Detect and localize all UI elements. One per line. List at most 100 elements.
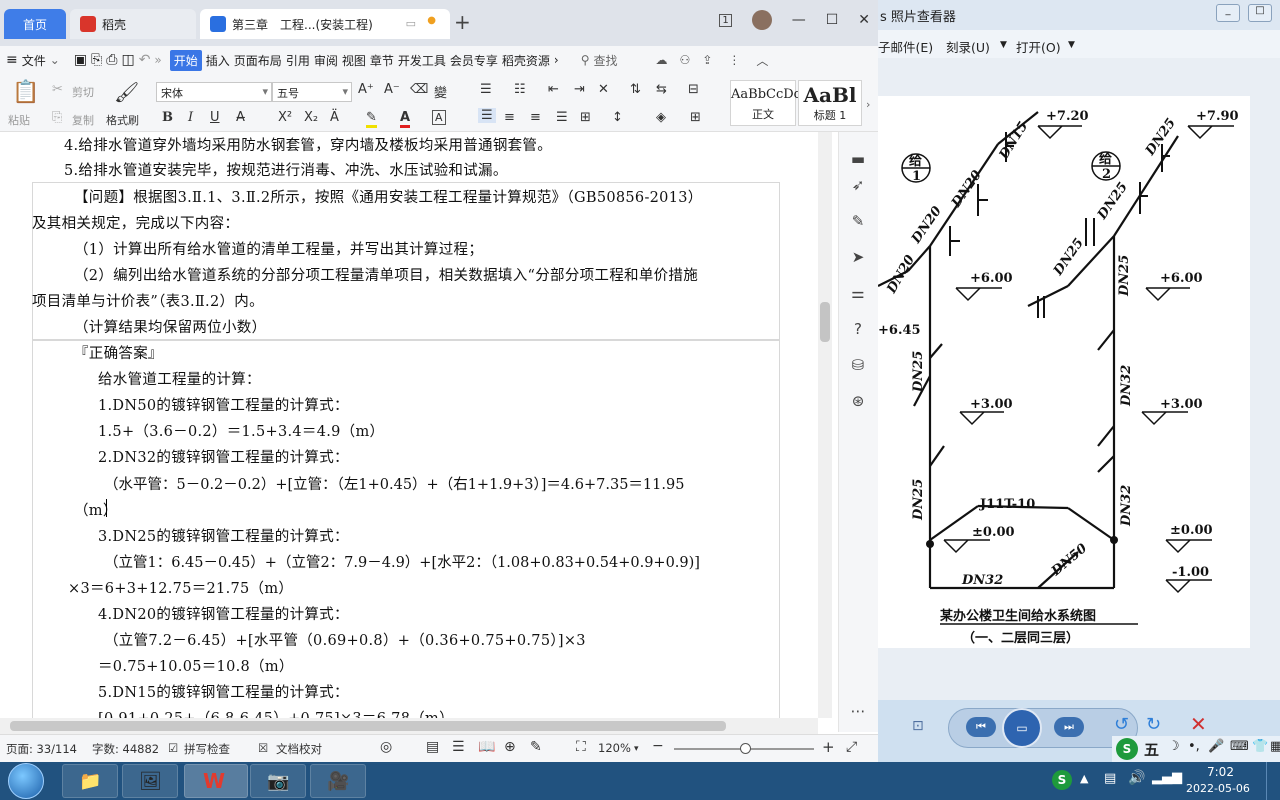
line-spacing-icon[interactable]: ↕ bbox=[612, 110, 623, 125]
open-dropdown-icon[interactable]: ▼ bbox=[1068, 40, 1075, 50]
tab-daoke[interactable]: 稻壳 bbox=[70, 9, 196, 39]
cut-icon[interactable]: ✂ bbox=[52, 82, 63, 97]
web-view-icon[interactable]: ⊕ bbox=[504, 739, 516, 755]
sogou-ime-icon[interactable]: S bbox=[1116, 738, 1138, 760]
menu-item-layout[interactable]: 页面布局 bbox=[234, 52, 282, 69]
search-icon[interactable]: ⚲ bbox=[581, 53, 590, 67]
show-desktop-button[interactable] bbox=[1266, 762, 1280, 800]
tray-sogou-icon[interactable]: S bbox=[1052, 770, 1072, 790]
highlight-icon[interactable]: ✎ bbox=[366, 110, 377, 128]
cut-label[interactable]: 剪切 bbox=[72, 84, 94, 100]
word-count[interactable]: 字数: 44882 bbox=[92, 741, 159, 757]
hamburger-icon[interactable]: ≡ bbox=[6, 52, 18, 68]
rocket-icon[interactable]: ➶ bbox=[847, 176, 869, 198]
viewer-menu-burn[interactable]: 刻录(U) bbox=[946, 37, 990, 56]
format-painter-label[interactable]: 格式刷 bbox=[106, 112, 139, 128]
menu-item-start[interactable]: 开始 bbox=[169, 49, 202, 71]
eye-protect-icon[interactable]: ◎ bbox=[380, 739, 392, 755]
proofread-icon[interactable]: ☒ bbox=[258, 741, 268, 755]
char-border-icon[interactable]: A bbox=[432, 110, 446, 125]
spell-check-label[interactable]: 拼写检查 bbox=[184, 741, 230, 757]
tray-expand-icon[interactable]: ▲ bbox=[1080, 772, 1088, 785]
font-shrink-icon[interactable]: A⁻ bbox=[384, 82, 400, 97]
menu-item-review[interactable]: 审阅 bbox=[314, 52, 338, 69]
undo-icon[interactable]: ↶ bbox=[139, 52, 151, 68]
sort-icon[interactable]: ⇅ bbox=[630, 82, 641, 97]
viewer-menu-open[interactable]: 打开(O) bbox=[1016, 37, 1061, 56]
more-icon[interactable]: » bbox=[154, 53, 161, 67]
save-icon[interactable]: ▣ bbox=[74, 52, 87, 68]
previous-icon[interactable]: ⏮ bbox=[966, 717, 996, 737]
volume-icon[interactable]: 🔊 bbox=[1128, 770, 1145, 786]
borders-icon[interactable]: ⊞ bbox=[690, 110, 701, 125]
fit-page-icon[interactable]: ⛶ bbox=[576, 739, 586, 755]
distribute-icon[interactable]: ⊟ bbox=[688, 82, 699, 97]
export-icon[interactable]: ⎘ bbox=[91, 52, 102, 68]
ime-halfwidth-icon[interactable]: ☽ bbox=[1168, 739, 1180, 754]
font-name-select[interactable]: 宋体 ▾ bbox=[156, 82, 272, 102]
zoom-slider-handle[interactable] bbox=[740, 743, 751, 754]
cursor-select-icon[interactable]: ➤ bbox=[847, 248, 869, 270]
collapse-ribbon-icon[interactable]: ︿ bbox=[756, 52, 768, 69]
numbering-icon[interactable]: ☷ bbox=[514, 82, 526, 97]
outdent-icon[interactable]: ⇤ bbox=[548, 82, 559, 97]
network-icon[interactable]: ▂▄▆ bbox=[1152, 770, 1182, 785]
outline-view-icon[interactable]: ☰ bbox=[452, 739, 465, 755]
align-center-icon[interactable]: ≡ bbox=[504, 110, 515, 125]
document-page[interactable]: 4.给排水管道穿外墙均采用防水钢套管，穿内墙及楼板均采用普通钢套管。 5.给排水… bbox=[0, 132, 818, 718]
slideshow-icon[interactable]: ▭ bbox=[1002, 708, 1042, 748]
clock-time[interactable]: 7:02 bbox=[1207, 765, 1234, 779]
cloud-icon[interactable]: ☁ bbox=[656, 53, 668, 67]
style-heading1[interactable]: AaBl 标题 1 bbox=[798, 80, 862, 126]
copy-label[interactable]: 复制 bbox=[72, 112, 94, 128]
backup-icon[interactable]: ⛁ bbox=[847, 356, 869, 378]
subscript-icon[interactable]: X₂ bbox=[304, 110, 318, 125]
taskbar-camera[interactable]: 📷 bbox=[250, 764, 306, 798]
menu-more-dots-icon[interactable]: ⋮ bbox=[728, 53, 740, 67]
clock-date[interactable]: 2022-05-06 bbox=[1186, 782, 1250, 795]
vertical-scrollbar[interactable] bbox=[818, 132, 832, 718]
start-button[interactable] bbox=[8, 763, 44, 799]
help-icon[interactable]: ? bbox=[847, 320, 869, 342]
horizontal-scroll-thumb[interactable] bbox=[10, 721, 726, 731]
upload-icon[interactable]: ⇪ bbox=[702, 53, 712, 67]
ime-tools-icon[interactable]: ▦ bbox=[1270, 739, 1280, 754]
tab-monitor-icon[interactable]: ▭ bbox=[406, 17, 416, 30]
viewer-menu-email[interactable]: 子邮件(E) bbox=[878, 37, 933, 56]
font-size-select[interactable]: 五号 ▾ bbox=[272, 82, 352, 102]
horizontal-scrollbar[interactable] bbox=[0, 718, 818, 734]
show-marks-icon[interactable]: ⇆ bbox=[656, 82, 667, 97]
page-indicator[interactable]: 页面: 33/114 bbox=[6, 741, 77, 757]
chinese-layout-icon[interactable]: ✕ bbox=[598, 82, 609, 97]
zoom-out-icon[interactable]: − bbox=[652, 738, 664, 754]
sidebar-collapse-icon[interactable]: ▬ bbox=[847, 150, 869, 172]
tab-document[interactable]: 第三章 工程...(安装工程) ▭ ● bbox=[200, 9, 450, 39]
rotate-left-icon[interactable]: ↺ bbox=[1114, 714, 1129, 735]
align-left-icon[interactable]: ☰ bbox=[478, 108, 496, 123]
sidebar-more-icon[interactable]: ⋯ bbox=[847, 702, 869, 724]
menu-file[interactable]: 文件 bbox=[22, 52, 46, 69]
menu-item-insert[interactable]: 插入 bbox=[206, 52, 230, 69]
menu-more-icon[interactable]: › bbox=[554, 53, 559, 67]
page-view-icon[interactable]: ▤ bbox=[426, 739, 439, 755]
share-icon[interactable]: ⚇ bbox=[680, 53, 691, 67]
superscript-icon[interactable]: X² bbox=[278, 110, 292, 125]
zoom-level[interactable]: 120% bbox=[598, 741, 631, 755]
ime-mode-label[interactable]: 五 bbox=[1144, 739, 1159, 760]
styles-more-icon[interactable]: › bbox=[866, 98, 870, 111]
settings-sliders-icon[interactable]: ⚌ bbox=[847, 284, 869, 306]
taskbar-photo-viewer[interactable]: 🖼 bbox=[122, 764, 178, 798]
distributed-align-icon[interactable]: ⊞ bbox=[580, 110, 591, 125]
pen-icon[interactable]: ✎ bbox=[847, 212, 869, 234]
underline-icon[interactable]: U bbox=[210, 110, 220, 125]
italic-icon[interactable]: I bbox=[188, 110, 193, 125]
zoom-in-icon[interactable]: + bbox=[822, 738, 835, 756]
paste-label[interactable]: 粘贴 bbox=[8, 112, 30, 128]
font-grow-icon[interactable]: A⁺ bbox=[358, 82, 374, 97]
preview-icon[interactable]: ◫ bbox=[121, 52, 134, 68]
minimize-icon[interactable]: — bbox=[792, 12, 806, 28]
tray-device-icon[interactable]: ▤ bbox=[1104, 771, 1116, 786]
text-effect-icon[interactable]: Ä bbox=[330, 110, 339, 125]
proofread-label[interactable]: 文档校对 bbox=[276, 741, 322, 757]
style-normal[interactable]: AaBbCcDd 正文 bbox=[730, 80, 802, 126]
